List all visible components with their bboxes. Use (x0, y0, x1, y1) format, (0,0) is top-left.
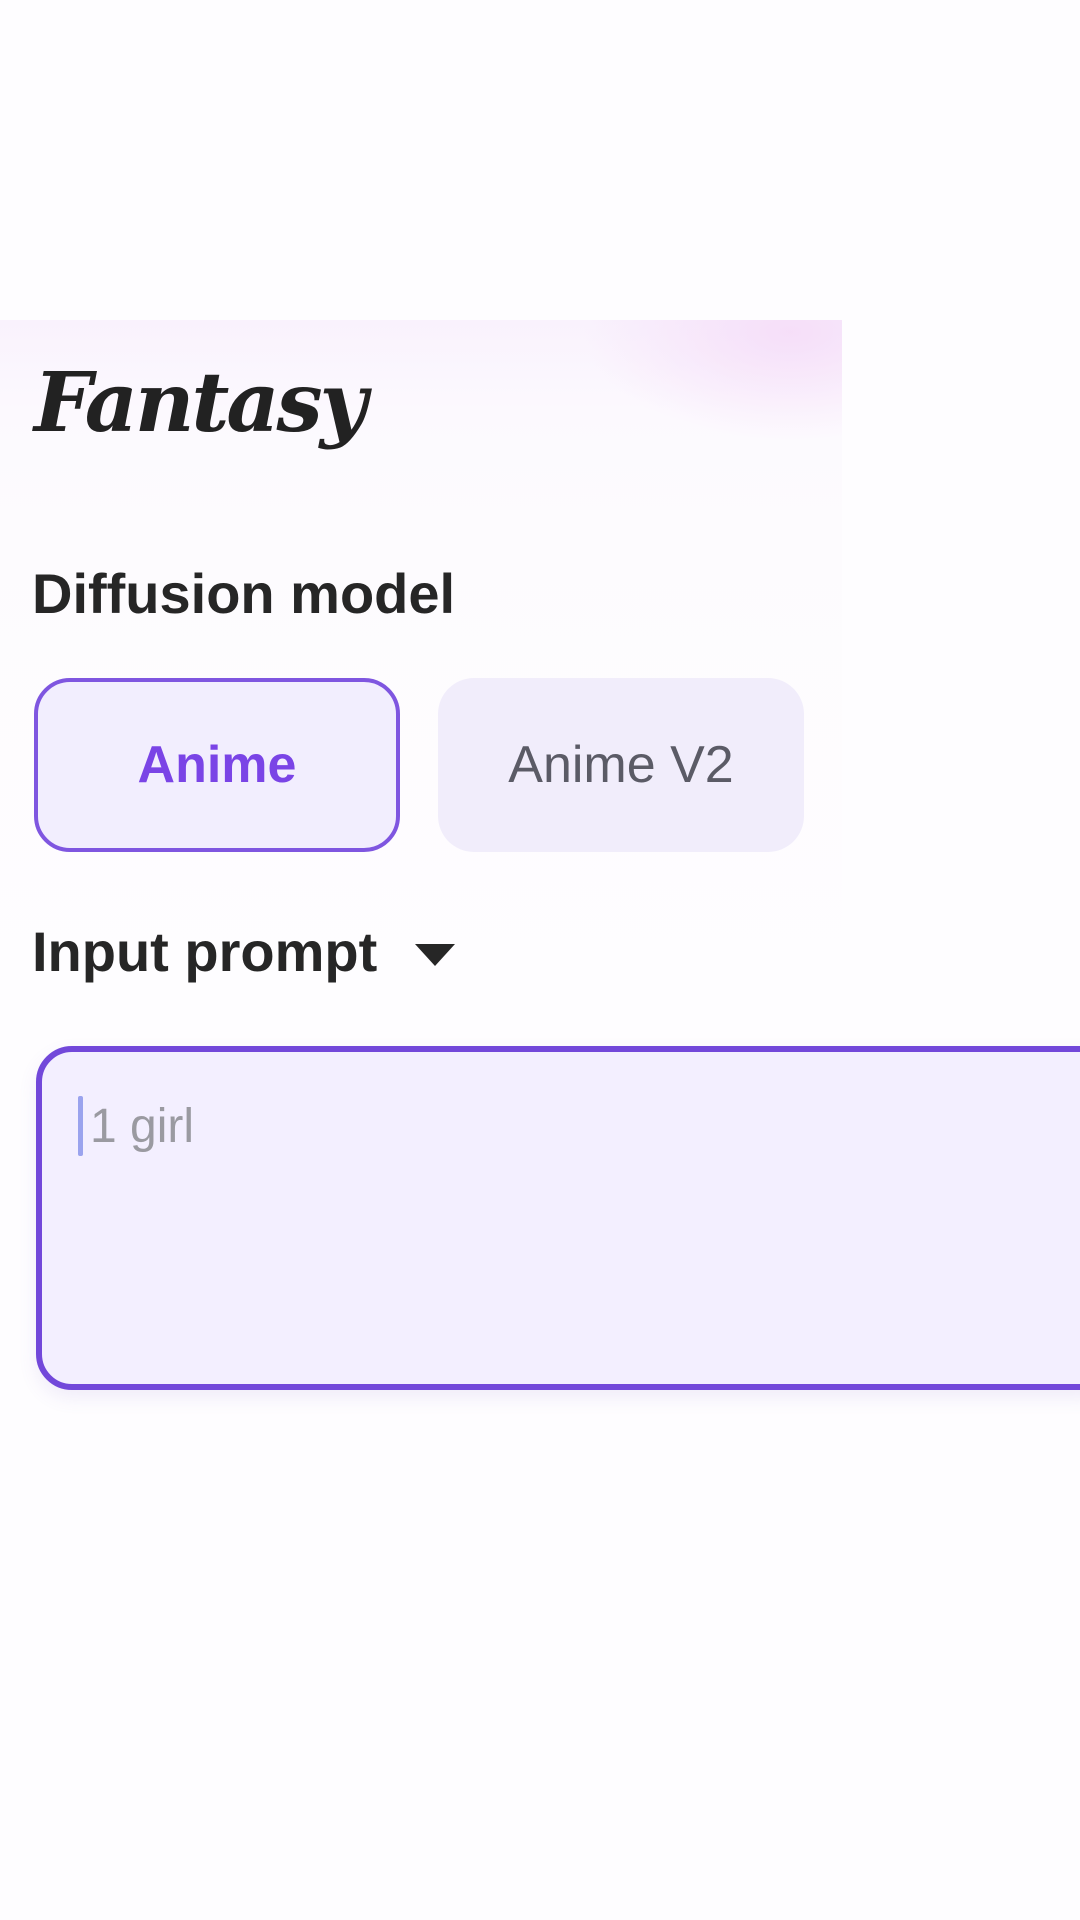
app-title: Fantasy (34, 355, 367, 451)
diffusion-model-label: Diffusion model (32, 562, 456, 625)
prompt-input[interactable] (90, 1096, 990, 1156)
model-option-anime[interactable]: Anime (34, 678, 400, 852)
input-prompt-label: Input prompt (32, 920, 378, 983)
model-option-anime-v2[interactable]: Anime V2 (438, 678, 804, 852)
caret-down-icon[interactable] (415, 944, 456, 966)
text-cursor (78, 1096, 83, 1156)
input-prompt-toggle[interactable]: Input prompt (32, 920, 456, 983)
prompt-input-container[interactable] (36, 1046, 1080, 1390)
screen: Fantasy Diffusion model Anime Anime V2 I… (0, 0, 1080, 1920)
